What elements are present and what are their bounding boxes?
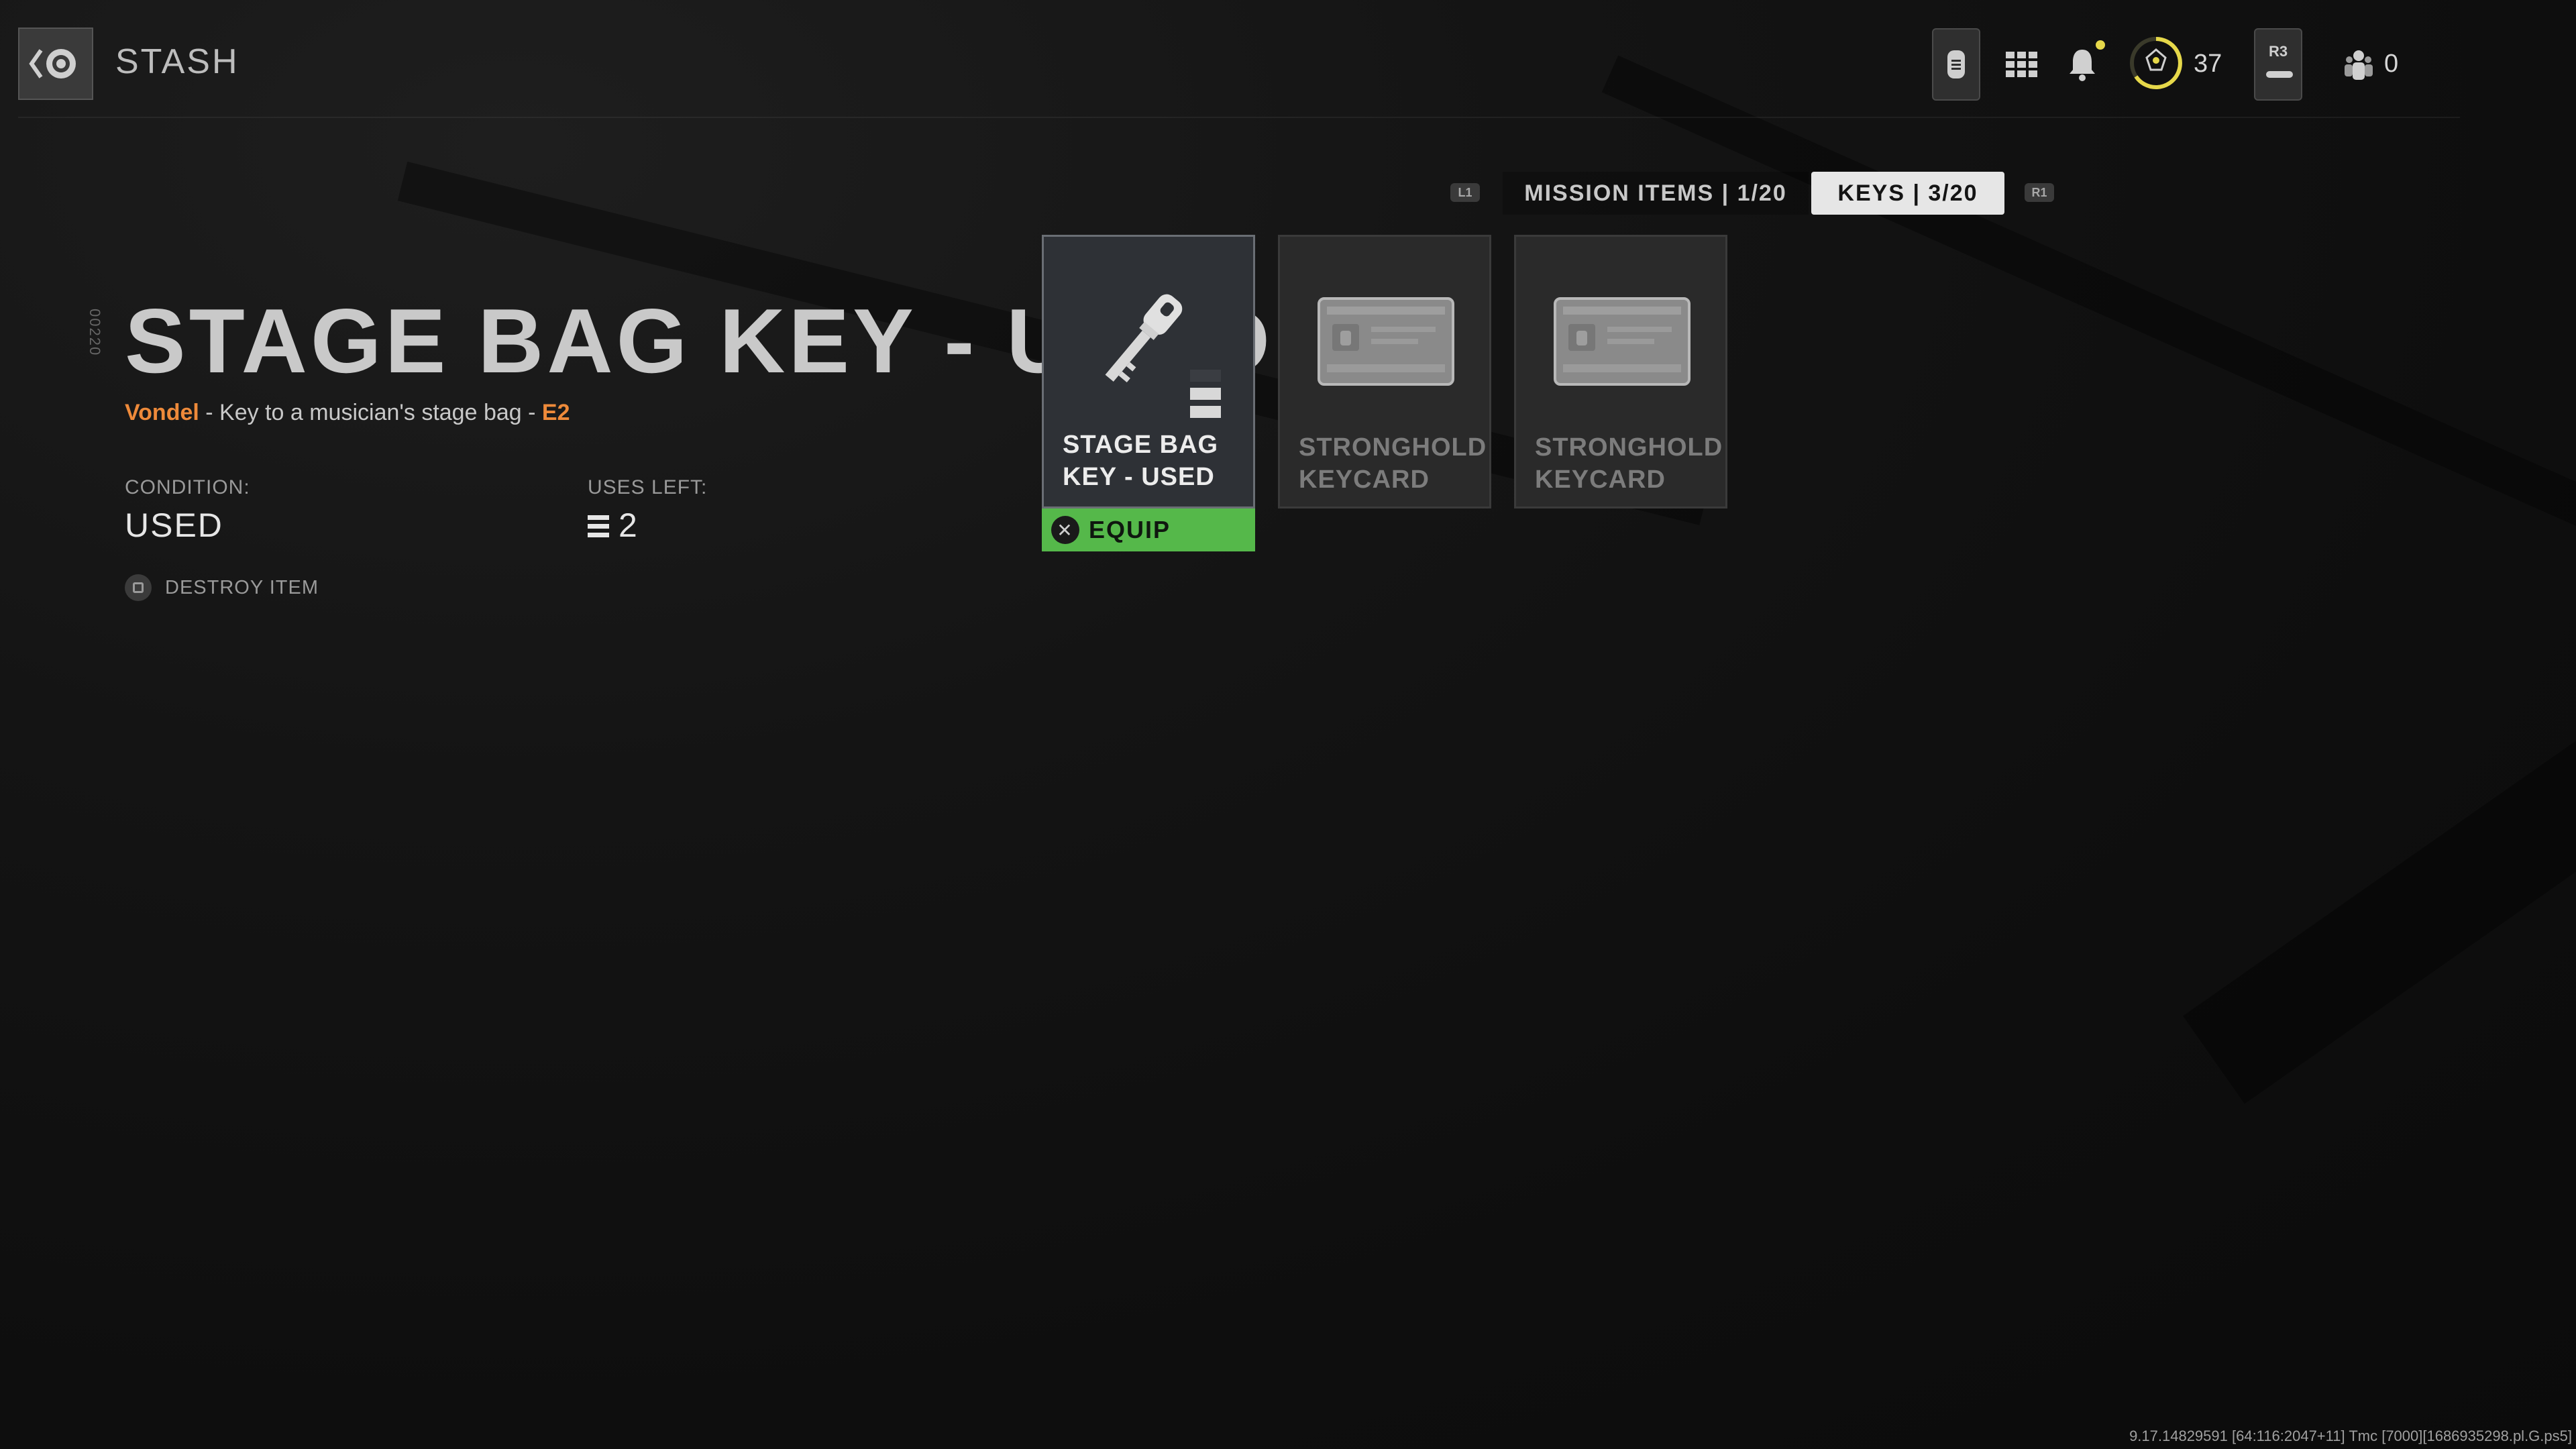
equip-label: EQUIP [1089,516,1171,543]
l1-shoulder-hint[interactable]: L1 [1450,183,1480,202]
back-button[interactable] [18,28,93,100]
squad-count: 0 [2384,50,2399,78]
card-name: STRONGHOLD KEYCARD [1535,433,1723,494]
wallet-button[interactable] [1932,28,1980,101]
item-description-text: - Key to a musician's stage bag - [199,400,542,425]
destroy-item-label: DESTROY ITEM [165,576,319,598]
squad-button[interactable] [2341,47,2376,82]
battle-pass-progress[interactable] [2128,35,2184,91]
square-button-icon [125,574,152,601]
keycard-icon [1318,297,1454,386]
tab-keys[interactable]: KEYS | 3/20 [1811,172,2004,215]
grid-icon [2006,52,2037,77]
r3-bar-icon [2266,71,2293,78]
uses-left-value: 2 [619,506,639,544]
keycard-icon [1554,297,1690,386]
condition-value: USED [125,506,223,544]
condition-label: CONDITION: [125,476,250,498]
tab-mission-items[interactable]: MISSION ITEMS | 1/20 [1503,172,1809,215]
header-divider [18,117,2460,118]
r3-button[interactable]: R3 [2254,28,2302,101]
menu-grid-button[interactable] [2003,48,2041,80]
uses-stack-icon [1190,370,1221,418]
cross-button-icon: ✕ [1051,516,1079,544]
r1-shoulder-hint[interactable]: R1 [2025,183,2054,202]
currency-count: 37 [2194,50,2222,78]
stash-screen: STASH 37 R3 0 L1 MISSION ITEMS | 1/20 KE… [0,0,2576,1449]
key-icon [1105,294,1183,383]
equip-button[interactable]: ✕ EQUIP [1042,508,1255,551]
background-map-line [2183,669,2576,1104]
card-name: STAGE BAG KEY - USED [1063,431,1219,491]
page-title: STASH [115,42,239,81]
notification-dot [2096,40,2105,50]
item-side-code: 00220 [87,309,103,357]
destroy-item-button[interactable]: DESTROY ITEM [125,574,319,601]
bell-icon [2070,50,2095,81]
pill-icon [1947,50,1965,78]
item-card-stronghold-keycard[interactable]: STRONGHOLD KEYCARD [1514,235,1727,508]
item-card-stage-bag-key[interactable]: STAGE BAG KEY - USED [1042,235,1255,508]
build-info: 9.17.14829591 [64:116:2047+11] Tmc [7000… [2129,1428,2572,1444]
item-card-stronghold-keycard[interactable]: STRONGHOLD KEYCARD [1278,235,1491,508]
r3-label: R3 [2268,43,2288,60]
squad-icon [2345,50,2373,80]
notifications-button[interactable] [2063,44,2101,85]
item-location: Vondel [125,400,199,425]
item-description: Vondel - Key to a musician's stage bag -… [125,400,570,426]
uses-icon [588,515,609,541]
card-name: STRONGHOLD KEYCARD [1299,433,1487,494]
back-chevron-eye-icon [29,49,76,78]
rank-ring-icon [2130,37,2182,89]
background-map-line [1601,55,2576,529]
item-grid-ref: E2 [541,400,570,425]
uses-left-label: USES LEFT: [588,476,708,498]
